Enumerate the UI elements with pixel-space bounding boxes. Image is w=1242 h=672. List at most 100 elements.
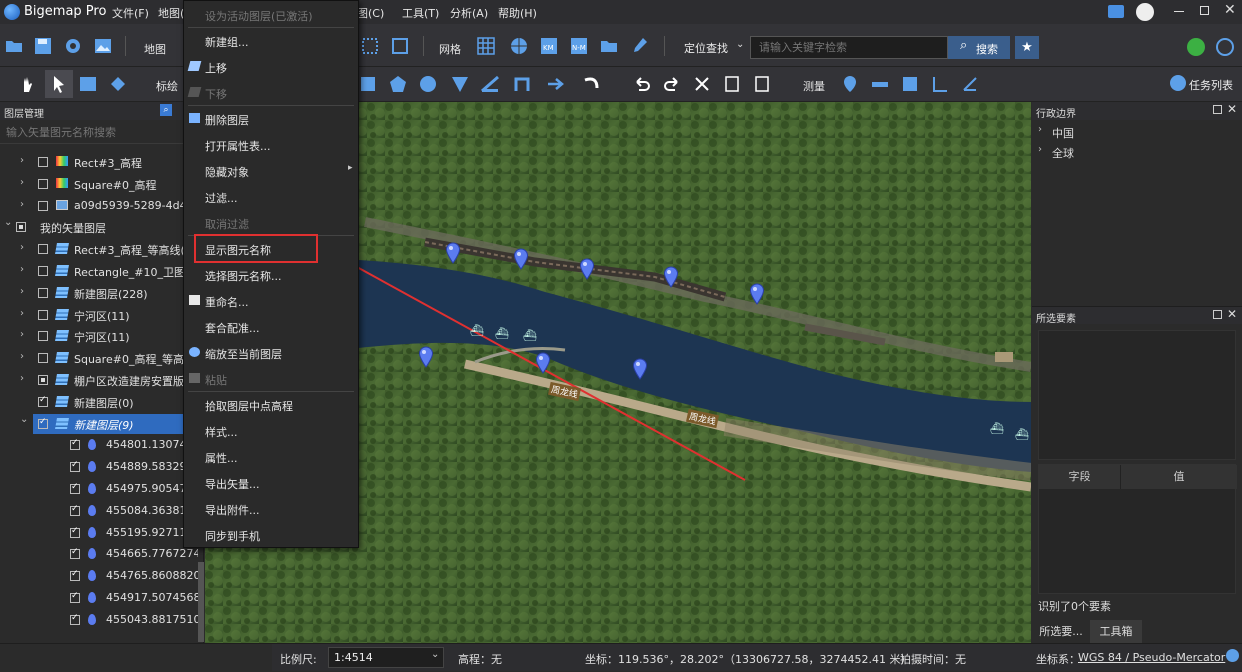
pan-hand-icon[interactable] [18,74,38,94]
map-pin-marker[interactable] [663,266,679,288]
message-icon[interactable] [1108,5,1124,18]
close-panel-icon[interactable]: ✕ [1227,102,1237,116]
layer-checkbox[interactable] [38,331,48,342]
nm-grid-icon[interactable]: N-M [569,36,589,56]
layer-checkbox[interactable] [38,287,48,298]
edit-image-icon[interactable] [78,74,98,94]
layer-checkbox[interactable] [38,309,48,320]
undo-icon[interactable] [632,74,652,94]
map-pin-marker[interactable] [445,242,461,264]
context-menu-item[interactable]: 打开属性表... [184,131,358,157]
grid-icon[interactable] [476,36,496,56]
route-draw-icon[interactable] [513,74,533,94]
tab-toolbox[interactable]: 工具箱 [1090,620,1142,643]
layer-tree-row[interactable]: 新建图层(0) [0,391,204,413]
rectangle-draw-icon[interactable] [358,74,378,94]
circle-draw-icon[interactable] [418,74,438,94]
expand-arrow-icon[interactable]: › [20,264,24,275]
context-menu-item[interactable]: 选择图元名称... [184,261,358,287]
layer-checkbox[interactable] [38,178,48,189]
layer-checkbox[interactable] [38,200,48,211]
angle-icon[interactable] [930,74,950,94]
layer-tree-row[interactable]: 454917.507456838... [0,587,204,609]
layer-checkbox[interactable] [70,504,80,516]
layer-checkbox[interactable] [38,157,48,167]
expand-arrow-icon[interactable]: › [20,177,24,188]
grid-button[interactable]: 网格 [439,41,461,57]
layer-tree-row[interactable]: 454665.776727479... [0,543,204,565]
clear-brush-icon[interactable] [629,36,649,56]
image-icon[interactable] [93,36,113,56]
expand-arrow-icon[interactable]: › [20,155,24,166]
map-button[interactable]: 地图 [144,41,166,57]
copy-doc-icon[interactable] [722,74,742,94]
float-window-icon[interactable] [1213,105,1222,114]
expand-arrow-icon[interactable]: › [20,286,24,297]
layer-tree-row[interactable]: 455195.927111681 [0,522,204,544]
layer-checkbox[interactable] [70,547,80,560]
context-menu-item[interactable]: 拾取图层中点高程 [184,391,358,417]
context-menu-item[interactable]: 套合配准... [184,313,358,339]
layer-checkbox[interactable] [38,395,48,407]
ruler-icon[interactable] [870,74,890,94]
annotate-button[interactable]: 标绘 [156,78,178,94]
layer-checkbox[interactable] [70,438,80,451]
context-menu-item[interactable]: 属性... [184,443,358,469]
crs-settings-icon[interactable] [1226,649,1239,662]
km-grid-icon[interactable]: KM [539,36,559,56]
node-edit-icon[interactable] [108,74,128,94]
tab-selected-features[interactable]: 所选要... [1032,620,1090,643]
context-menu-item[interactable]: 过滤... [184,183,358,209]
expand-arrow-icon[interactable]: › [20,242,24,253]
layer-tree-row[interactable]: › 新建图层(228) [0,282,204,304]
layer-tree-row[interactable]: › 棚户区改造建房安置版( [0,369,204,391]
collapse-arrow-icon[interactable]: ⌄ [4,217,12,228]
layer-tree-row[interactable]: › Rect#3_高程 [0,151,204,173]
float-window-icon[interactable] [1213,310,1222,319]
layer-checkbox[interactable] [70,526,80,538]
minimize-icon[interactable] [1174,11,1184,12]
curve-arrow-icon[interactable] [582,74,602,94]
expand-arrow-icon[interactable]: › [20,329,24,340]
context-menu-item[interactable]: 删除图层 [184,105,358,131]
layer-tree-row[interactable]: 454975.905473529 [0,478,204,500]
avatar[interactable] [1136,3,1154,21]
line-draw-icon[interactable] [480,74,500,94]
favorite-star-icon[interactable]: ★ [1015,36,1039,59]
arrow-draw-icon[interactable] [546,74,566,94]
wechat-icon[interactable] [1187,38,1205,56]
menu-tools[interactable]: 工具(T) [402,5,439,21]
layer-tree-row[interactable]: › a09d5939-5289-4d4a [0,195,204,217]
layer-search-icon[interactable]: ⌕ [160,104,172,116]
crs-link[interactable]: WGS 84 / Pseudo-Mercator [1078,651,1225,664]
layer-checkbox[interactable] [16,222,26,233]
panel-scrollbar[interactable] [198,562,204,642]
context-menu-item[interactable]: 新建组... [184,27,358,53]
layer-tree-row[interactable]: 455084.363811520 [0,500,204,522]
layer-checkbox[interactable] [70,569,80,582]
menu-analysis[interactable]: 分析(A) [450,5,488,21]
expand-arrow-icon[interactable]: › [20,308,24,319]
map-pin-marker[interactable] [579,258,595,280]
scale-select[interactable]: 1:4514 ⌄ [328,647,444,668]
context-menu-item[interactable]: 重命名... [184,287,358,313]
sector-draw-icon[interactable] [450,74,470,94]
open-folder-icon[interactable] [4,36,24,56]
search-input[interactable] [750,36,948,59]
field-column-header[interactable]: 字段 [1039,465,1121,489]
search-button[interactable]: ⌕ 搜索 [948,36,1010,59]
layer-tree-row[interactable]: › 宁河区(11) [0,325,204,347]
map-pin-marker[interactable] [513,248,529,270]
context-menu-item[interactable]: 同步到手机 [184,521,358,547]
context-menu-item[interactable]: 样式... [184,417,358,443]
menu-layer[interactable]: 图(C) [357,5,384,21]
layer-checkbox[interactable] [70,613,80,625]
scissors-icon[interactable] [692,74,712,94]
layer-checkbox[interactable] [38,375,48,385]
expand-arrow-icon[interactable]: › [20,199,24,210]
restore-icon[interactable] [1200,6,1209,15]
menu-map[interactable]: 地图( [158,5,184,21]
polygon-draw-icon[interactable] [388,74,408,94]
admin-item-global[interactable]: › 全球 [1032,142,1242,162]
layer-checkbox[interactable] [38,244,48,255]
